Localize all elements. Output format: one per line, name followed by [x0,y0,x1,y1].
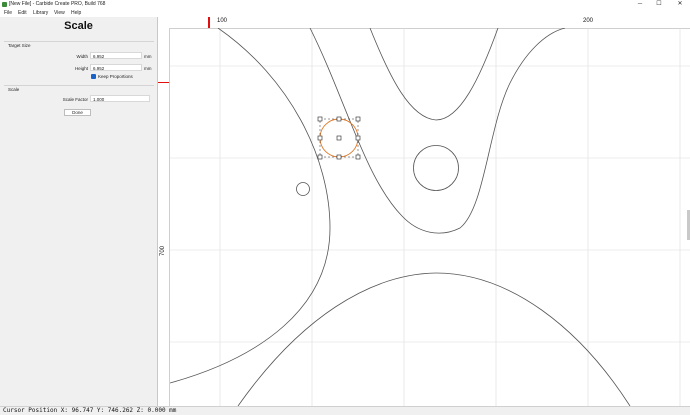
app-icon [2,2,7,7]
ruler-label-700: 700 [160,245,166,256]
done-button[interactable]: Done [64,109,91,116]
handle-right[interactable] [355,135,361,141]
handle-rotate-top-right[interactable] [355,116,361,122]
top-valley-curve[interactable] [369,28,499,121]
menu-help[interactable]: Help [71,9,81,17]
width-label: Width [76,54,88,59]
design-canvas[interactable] [170,28,690,406]
keep-proportions-checkbox[interactable] [91,74,96,79]
keep-proportions-label: Keep Proportions [98,74,133,79]
upper-funnel-curve[interactable] [309,28,566,234]
minimize-button[interactable]: ─ [633,0,647,9]
handle-center[interactable] [336,135,342,141]
scale-factor-label: Scale Factor [62,97,88,102]
height-input[interactable]: 6.952 [90,64,142,71]
cursor-marker-x [208,17,210,28]
ruler-label-100: 100 [217,18,228,24]
width-unit: mm [144,54,152,59]
scale-section-label: Scale [8,87,20,92]
panel-title: Scale [64,20,93,32]
handle-top[interactable] [336,116,342,122]
menu-file[interactable]: File [4,9,12,17]
ruler-label-200: 200 [583,18,594,24]
menu-edit[interactable]: Edit [18,9,27,17]
cursor-marker-y [158,82,169,83]
grid [170,28,690,406]
bottom-arch-curve[interactable] [237,272,631,406]
height-unit: mm [144,66,152,71]
canvas-svg [170,28,690,406]
width-input[interactable]: 6.952 [90,52,142,59]
menu-bar: File Edit Library View Help [0,9,690,17]
scale-factor-input[interactable]: 1.000 [90,95,150,102]
medium-circle[interactable] [413,145,459,191]
handle-rotate-top-left[interactable] [317,116,323,122]
scale-panel: Scale Target Size Width 6.952 mm Height … [0,17,158,406]
window-title: [New File] - Carbide Create PRO, Build 7… [9,1,106,7]
handle-rotate-bottom-right[interactable] [355,154,361,160]
handle-left[interactable] [317,135,323,141]
maximize-button[interactable]: ☐ [652,0,666,9]
close-button[interactable]: ✕ [673,0,687,9]
selection-group[interactable] [317,116,361,160]
height-label: Height [74,66,88,71]
handle-bottom[interactable] [336,154,342,160]
handle-rotate-bottom-left[interactable] [317,154,323,160]
title-bar: [New File] - Carbide Create PRO, Build 7… [0,0,690,9]
section-divider [4,41,154,42]
target-size-label: Target Size [8,43,31,48]
section-divider [4,85,154,86]
left-ruler: 700 [158,28,170,406]
menu-view[interactable]: View [54,9,65,17]
menu-library[interactable]: Library [33,9,48,17]
small-circle[interactable] [296,182,310,196]
